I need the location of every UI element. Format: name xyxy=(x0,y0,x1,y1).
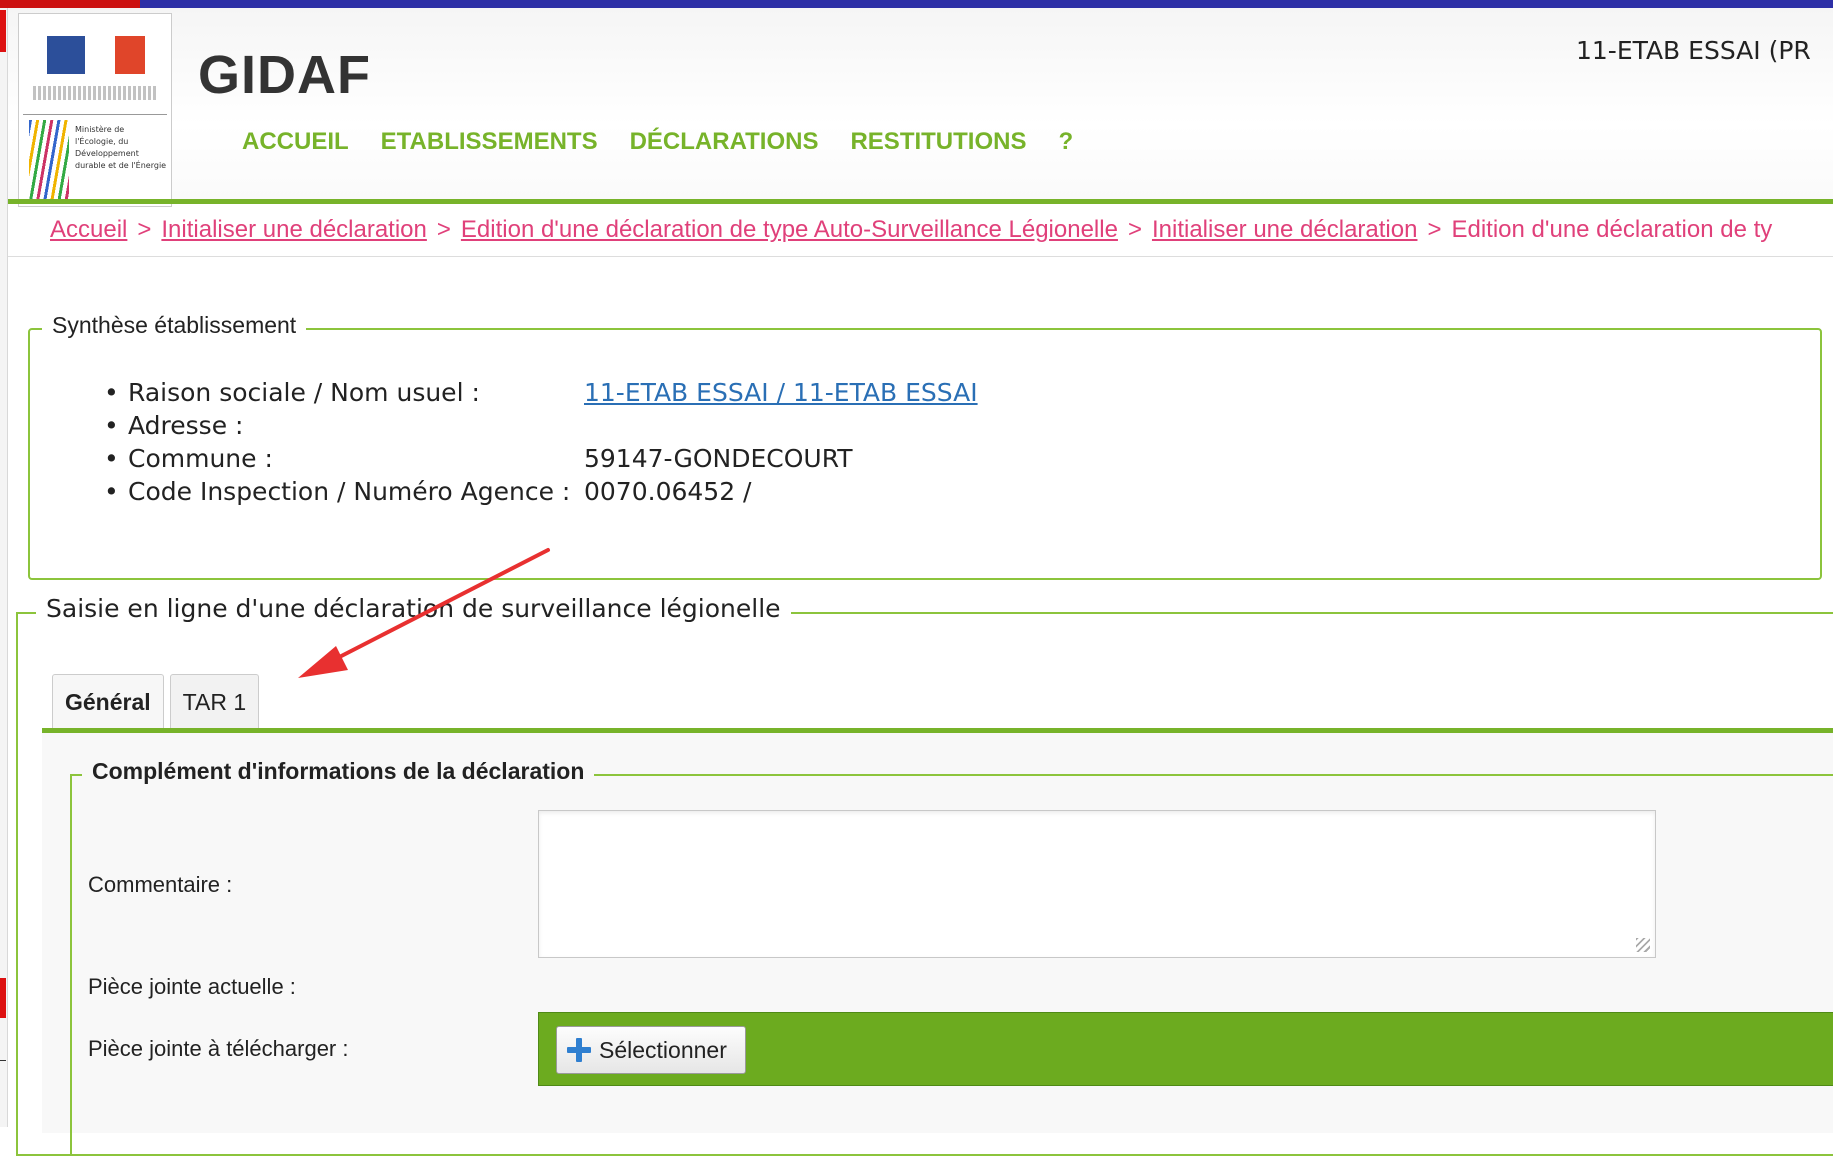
plus-icon xyxy=(567,1038,591,1062)
tab-bar: Général TAR 1 xyxy=(52,674,260,729)
ministry-logo: Ministère de l'Écologie, du Développemen… xyxy=(18,13,172,207)
breadcrumb-link-accueil[interactable]: Accueil xyxy=(50,216,127,243)
nav-accueil[interactable]: ACCUEIL xyxy=(242,128,349,156)
list-item: • Raison sociale / Nom usuel : 11-ETAB ES… xyxy=(104,376,978,409)
breadcrumb-separator: > xyxy=(137,216,152,243)
list-item: • Code Inspection / Numéro Agence : 0070.… xyxy=(104,477,752,506)
header: Ministère de l'Écologie, du Développemen… xyxy=(8,8,1833,207)
left-red-mark xyxy=(0,10,6,52)
app-title: GIDAF xyxy=(198,45,371,105)
raison-link[interactable]: 11-ETAB ESSAI / 11-ETAB ESSAI xyxy=(584,376,978,409)
breadcrumb-link-initialiser-2[interactable]: Initialiser une déclaration xyxy=(1152,216,1418,243)
logo-divider xyxy=(23,114,167,115)
nav-restitutions[interactable]: RESTITUTIONS xyxy=(850,128,1026,156)
complement-legend: Complément d'informations de la déclarat… xyxy=(82,758,595,785)
ministry-stripes-icon xyxy=(29,120,69,202)
commune-value: 59147-GONDECOURT xyxy=(584,444,853,473)
left-divider xyxy=(0,1060,6,1061)
nav-etablissements[interactable]: ETABLISSEMENTS xyxy=(381,128,598,156)
left-window-edge xyxy=(0,8,8,1127)
breadcrumb: Accueil > Initialiser une déclaration > Edit… xyxy=(50,216,1772,244)
breadcrumb-separator: > xyxy=(436,216,451,243)
breadcrumb-divider xyxy=(8,256,1833,257)
top-red-strip xyxy=(0,0,140,8)
nav-declarations[interactable]: DÉCLARATIONS xyxy=(630,128,819,156)
comment-textarea[interactable] xyxy=(538,810,1656,958)
breadcrumb-link-edition[interactable]: Edition d'une déclaration de type Auto-S… xyxy=(461,216,1118,243)
synthese-legend: Synthèse établissement xyxy=(42,312,307,339)
upload-attachment-label: Pièce jointe à télécharger : xyxy=(88,1036,349,1061)
nav-help[interactable]: ? xyxy=(1058,128,1073,156)
select-file-button[interactable]: Sélectionner xyxy=(556,1026,746,1074)
tab-general[interactable]: Général xyxy=(52,674,164,729)
logo-caption xyxy=(33,86,157,100)
nav-underline xyxy=(8,199,1833,204)
current-attachment-label: Pièce jointe actuelle : xyxy=(88,974,296,999)
list-item: • Adresse : xyxy=(104,409,978,442)
french-flag-icon xyxy=(47,36,145,78)
select-file-label: Sélectionner xyxy=(599,1036,727,1063)
breadcrumb-separator: > xyxy=(1127,216,1142,243)
synthese-list: • Raison sociale / Nom usuel : 11-ETAB ES… xyxy=(104,376,978,508)
main-nav: ACCUEIL ETABLISSEMENTS DÉCLARATIONS REST… xyxy=(242,128,1073,156)
commune-label: Commune : xyxy=(128,444,273,473)
textarea-resize-handle[interactable] xyxy=(1636,938,1650,952)
breadcrumb-link-initialiser[interactable]: Initialiser une déclaration xyxy=(161,216,427,243)
tab-underline xyxy=(42,728,1833,733)
comment-label: Commentaire : xyxy=(88,872,233,897)
list-item: • Commune : 59147-GONDECOURT xyxy=(104,444,853,473)
code-inspection-label: Code Inspection / Numéro Agence : xyxy=(128,477,571,506)
raison-label: Raison sociale / Nom usuel : xyxy=(128,378,480,407)
saisie-legend: Saisie en ligne d'une déclaration de sur… xyxy=(36,594,791,623)
user-info: 11-ETAB ESSAI (PR xyxy=(1576,36,1811,65)
left-red-mark-lower xyxy=(0,978,6,1018)
breadcrumb-current: Edition d'une déclaration de ty xyxy=(1451,216,1773,243)
breadcrumb-separator: > xyxy=(1427,216,1442,243)
code-inspection-value: 0070.06452 / xyxy=(584,477,752,506)
adresse-label: Adresse : xyxy=(128,411,244,440)
top-color-strip xyxy=(0,0,1833,8)
ministry-name: Ministère de l'Écologie, du Développemen… xyxy=(75,125,167,170)
tab-tar1[interactable]: TAR 1 xyxy=(169,674,260,729)
